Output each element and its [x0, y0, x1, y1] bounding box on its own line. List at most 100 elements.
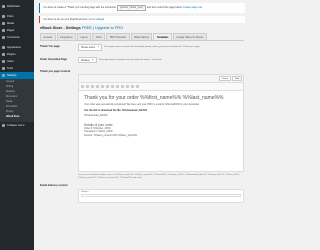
select-value: Please select — [81, 45, 96, 49]
sidebar-item-label: Tools — [7, 67, 14, 70]
link-icon[interactable] — [125, 84, 129, 89]
wrench-icon — [2, 67, 5, 70]
tab-google-tables[interactable]: Google Tables for Sheets — [173, 33, 207, 41]
go-to-settings-link[interactable]: Go to settings — [89, 18, 104, 21]
align-left-icon[interactable] — [110, 84, 114, 89]
thank-you-page-notice: You have to create a "Thank you" landing… — [39, 3, 245, 13]
blockquote-icon[interactable] — [105, 84, 109, 89]
field-help: This page where customers are sent when … — [98, 59, 162, 62]
comment-icon — [2, 36, 5, 39]
upgrade-link[interactable]: FREE | Upgrade to PRO — [82, 26, 123, 30]
tab-general[interactable]: General — [40, 33, 56, 41]
field-help: This page needs to contain the shortcode… — [104, 46, 201, 49]
editor-mode-tabs: Visual Text — [79, 75, 243, 84]
content-heading: Thank you for your order %%first_name%% … — [84, 94, 224, 101]
thank-you-content-editor: Visual Text Thank you for your order %%f… — [78, 74, 244, 172]
sidebar-item-settings[interactable]: Settings — [0, 72, 34, 79]
user-icon — [2, 60, 5, 63]
align-right-icon[interactable] — [120, 84, 124, 89]
align-center-icon[interactable] — [115, 84, 119, 89]
settings-icon — [2, 74, 5, 77]
sidebar-item-label: Settings — [7, 74, 17, 77]
sidebar-item-label: Appearance — [7, 46, 21, 49]
email-content-row: Email delivery content — [40, 180, 244, 187]
submenu-item-ebook-store[interactable]: eBook Store — [0, 115, 34, 120]
collapse-menu-button[interactable]: Collapse menu — [0, 122, 34, 129]
page-icon — [2, 29, 5, 32]
field-control: Please select ▼ This page needs to contai… — [78, 44, 244, 51]
dashboard-icon — [2, 5, 5, 8]
paragraph-format-icon[interactable] — [80, 84, 84, 89]
notice-text-tail: and then select this page below. — [146, 6, 183, 9]
thank-you-page-select[interactable]: Please select ▼ — [78, 44, 103, 51]
content-download-line: Use the link to download the file: %%dow… — [84, 109, 148, 113]
sidebar-item-tools[interactable]: Tools — [0, 65, 34, 72]
media-icon — [2, 22, 5, 25]
order-cancelled-select[interactable]: Replace ▼ — [78, 56, 97, 64]
sidebar-item-plugins[interactable]: Plugins — [0, 51, 34, 58]
sidebar-item-label: Plugins — [7, 53, 16, 56]
submenu-item-label: eBook Store — [6, 116, 20, 118]
settings-tabs: General Integrations Layout Order PDF Pr… — [40, 33, 244, 42]
content-link-line: %%download_link%% — [84, 114, 108, 118]
content-paragraph: Your order was successfully completed! W… — [84, 102, 200, 106]
collapse-icon — [2, 124, 5, 127]
page-title-text: eBook Store - Settings — [40, 26, 81, 31]
sidebar-item-dashboard[interactable]: Dashboard — [0, 3, 34, 10]
sidebar-item-label: Users — [7, 60, 14, 63]
editor-content-area[interactable]: Thank you for your order %%first_name%% … — [79, 91, 243, 171]
sidebar-item-comments[interactable]: Comments — [0, 34, 34, 41]
tab-layout[interactable]: Layout — [77, 33, 92, 41]
sidebar-item-label: Dashboard — [7, 5, 20, 8]
brush-icon — [2, 46, 5, 49]
admin-sidebar: Dashboard Posts Media Pages Comments App… — [0, 0, 34, 250]
create-page-link[interactable]: Create page now — [183, 6, 202, 9]
field-label: Order Cancelled Page — [40, 57, 67, 61]
sidebar-item-label: Pages — [7, 29, 15, 32]
field-label: Thank You page — [40, 45, 60, 49]
collapse-menu-label: Collapse menu — [7, 124, 25, 127]
content-detail-line: Amount: %%item_currency%% %%item_price%% — [84, 133, 138, 137]
shortcode-box[interactable]: [ebook_thank_you] — [116, 5, 147, 11]
thank-you-content-row: Thank you page Content — [40, 66, 244, 73]
tab-watermarking[interactable]: Watermarking — [130, 33, 153, 41]
sidebar-item-label: Media — [7, 22, 15, 25]
notice-text: You have to create a "Thank you" landing… — [43, 6, 116, 9]
notice-text: You have to set up your PayPal account. — [43, 17, 88, 21]
page-title: eBook Store - Settings FREE | Upgrade to… — [40, 26, 244, 30]
editor-tab-visual[interactable]: Visual — [219, 76, 231, 82]
select-value: Replace — [81, 58, 90, 62]
tab-pdf-protection[interactable]: PDF Protection — [106, 33, 130, 41]
numbered-list-icon[interactable] — [100, 84, 104, 89]
chevron-down-icon: ▼ — [91, 58, 94, 61]
email-subject-box: Subject — [78, 189, 244, 204]
unlink-icon[interactable] — [130, 84, 134, 89]
bullet-list-icon[interactable] — [95, 84, 99, 89]
field-label: Email delivery content — [40, 184, 68, 188]
sidebar-item-users[interactable]: Users — [0, 58, 34, 65]
bold-icon[interactable] — [85, 84, 89, 89]
sidebar-item-pages[interactable]: Pages — [0, 27, 34, 34]
tab-order[interactable]: Order — [92, 33, 106, 41]
main-content: You have to create a "Thank you" landing… — [34, 0, 250, 250]
tab-integrations[interactable]: Integrations — [56, 33, 77, 41]
tab-templates[interactable]: Templates — [153, 33, 172, 41]
pin-icon — [2, 15, 5, 18]
settings-submenu: General Writing Reading Discussion Media… — [0, 79, 34, 122]
italic-icon[interactable] — [90, 84, 94, 89]
editor-tab-text[interactable]: Text — [231, 76, 242, 82]
paypal-notice: You have to set up your PayPal account. … — [39, 15, 245, 24]
editor-toolbar — [79, 83, 243, 91]
chevron-down-icon: ▼ — [97, 45, 100, 48]
sidebar-item-posts[interactable]: Posts — [0, 13, 34, 20]
sidebar-item-label: Comments — [7, 36, 20, 39]
field-control: Replace ▼ This page where customers are s… — [78, 56, 244, 64]
thank-you-page-row: Thank You page Please select ▼ This page … — [40, 41, 244, 54]
order-cancelled-row: Order Cancelled Page Replace ▼ This page … — [40, 54, 244, 67]
sidebar-item-label: Posts — [7, 15, 14, 18]
subject-input[interactable] — [81, 194, 241, 198]
toolbar-toggle-icon[interactable] — [135, 84, 139, 89]
sidebar-item-appearance[interactable]: Appearance — [0, 44, 34, 51]
sidebar-item-media[interactable]: Media — [0, 20, 34, 27]
field-label: Thank you page Content — [40, 70, 71, 74]
